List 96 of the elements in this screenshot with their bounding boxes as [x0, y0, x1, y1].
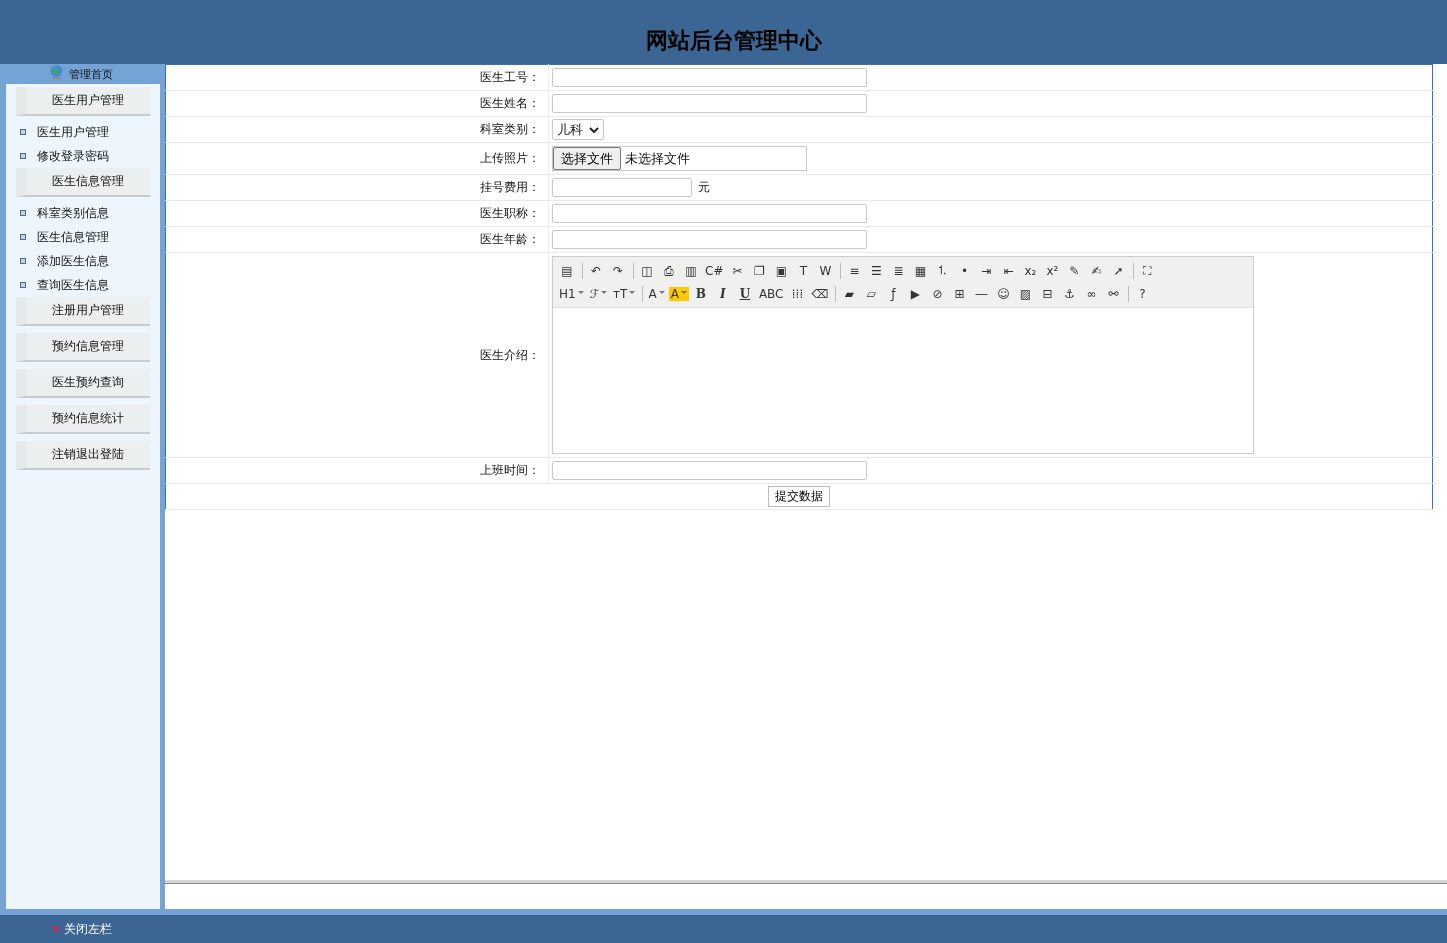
toolbar-button[interactable]: ƒ — [883, 286, 904, 301]
toolbar-button[interactable]: ➚ — [1108, 263, 1129, 278]
toolbar-button[interactable]: ⊞ — [949, 286, 970, 301]
input-field[interactable] — [552, 94, 867, 113]
field-label: 医生年龄： — [480, 232, 540, 246]
field-label: 上传照片： — [480, 151, 540, 165]
toolbar-dropdown[interactable]: тT — [611, 286, 638, 301]
toolbar-button[interactable]: ❐ — [749, 263, 770, 278]
toolbar-button[interactable]: ⚓ — [1059, 286, 1080, 301]
file-field[interactable]: 选择文件 未选择文件 — [552, 146, 807, 171]
dropdown[interactable]: 儿科 — [552, 119, 604, 140]
menu-link[interactable]: 医生用户管理 — [37, 124, 109, 140]
toolbar-button[interactable]: ▤ — [557, 263, 577, 278]
input-field[interactable] — [552, 178, 692, 197]
toolbar-button[interactable]: ☺ — [993, 286, 1014, 301]
toolbar-button[interactable]: ↶ — [586, 263, 606, 278]
toolbar-button[interactable]: • — [954, 263, 975, 278]
menu-group-header[interactable]: 注销退出登陆 — [16, 441, 150, 470]
toolbar-button[interactable]: C# — [703, 263, 726, 278]
menu-link[interactable]: 修改登录密码 — [37, 148, 109, 164]
toolbar-button[interactable]: ▦ — [910, 263, 931, 278]
menu-group-header[interactable]: 预约信息统计 — [16, 405, 150, 434]
toolbar-button[interactable]: ▶ — [905, 286, 926, 301]
toolbar-button[interactable]: ▨ — [1015, 286, 1036, 301]
menu-link[interactable]: 添加医生信息 — [37, 253, 109, 269]
toolbar-button[interactable]: ⛶ — [1137, 263, 1158, 278]
toolbar-button[interactable]: ⊟ — [1037, 286, 1058, 301]
submit-button[interactable]: 提交数据 — [768, 486, 830, 507]
field-label: 上班时间： — [480, 463, 540, 477]
toolbar-button[interactable]: ▥ — [681, 263, 701, 278]
menu-group-header[interactable]: 注册用户管理 — [16, 297, 150, 326]
input-field[interactable] — [552, 68, 867, 87]
toolbar-button[interactable]: ◫ — [637, 263, 657, 278]
toolbar-button[interactable]: ⌫ — [809, 286, 831, 301]
italic-button[interactable]: I — [712, 286, 733, 301]
toolbar-button[interactable]: ↷ — [608, 263, 628, 278]
toolbar-button[interactable]: ✂ — [727, 263, 748, 278]
toolbar-button[interactable]: ? — [1132, 286, 1153, 301]
toolbar-button[interactable]: x² — [1042, 263, 1063, 278]
bullet-icon — [20, 258, 26, 264]
bullet-icon — [20, 210, 26, 216]
toolbar-button[interactable]: ✎ — [1064, 263, 1085, 278]
toolbar-button[interactable]: ✍ — [1086, 263, 1107, 278]
input-field[interactable] — [552, 461, 867, 480]
menu-group-header[interactable]: 医生用户管理 — [16, 87, 150, 116]
toolbar-button[interactable]: ⇥ — [976, 263, 997, 278]
toolbar-button[interactable]: ⎙ — [659, 263, 679, 278]
toolbar-button[interactable]: ― — [971, 286, 992, 301]
toolbar-button[interactable]: ⚯ — [1103, 286, 1124, 301]
bullet-icon — [20, 234, 26, 240]
menu-group-header[interactable]: 医生信息管理 — [16, 168, 150, 197]
toolbar-button[interactable]: ▰ — [839, 286, 860, 301]
menu-group-header[interactable]: 医生预约查询 — [16, 369, 150, 398]
field-label: 医生职称： — [480, 206, 540, 220]
file-status: 未选择文件 — [625, 149, 690, 168]
field-label: 医生姓名： — [480, 96, 540, 110]
menu-link[interactable]: 查询医生信息 — [37, 277, 109, 293]
bullet-icon — [20, 153, 26, 159]
choose-file-button[interactable]: 选择文件 — [553, 147, 621, 170]
toolbar-button[interactable]: ∞ — [1081, 286, 1102, 301]
input-field[interactable] — [552, 204, 867, 223]
toolbar-button[interactable]: W — [815, 263, 836, 278]
toolbar-button[interactable]: ▣ — [771, 263, 792, 278]
toolbar-button[interactable]: ☰ — [866, 263, 887, 278]
toolbar-button[interactable]: ⁞⁞⁞ — [787, 286, 808, 301]
toolbar-button[interactable]: x₂ — [1020, 263, 1041, 278]
bold-button[interactable]: B — [690, 286, 711, 301]
menu-group-header[interactable]: 预约信息管理 — [16, 333, 150, 362]
toolbar-button[interactable]: ≡ — [844, 263, 865, 278]
bullet-icon — [20, 282, 26, 288]
input-field[interactable] — [552, 230, 867, 249]
toolbar-button[interactable]: ≣ — [888, 263, 909, 278]
field-label: 医生介绍： — [480, 347, 540, 362]
underline-button[interactable]: U — [734, 286, 755, 301]
toolbar-dropdown[interactable]: A — [646, 286, 667, 301]
home-link[interactable]: 管理首页 — [68, 66, 113, 82]
unit-label: 元 — [698, 179, 710, 196]
field-label: 科室类别： — [480, 122, 540, 136]
close-sidebar-link[interactable]: 关闭左栏 — [52, 921, 112, 937]
field-label: 挂号费用： — [480, 180, 540, 194]
toolbar-button[interactable]: T — [793, 263, 814, 278]
field-label: 医生工号： — [480, 70, 540, 84]
page-title: 网站后台管理中心 — [644, 27, 822, 55]
chevron-down-icon — [589, 126, 599, 133]
toolbar-dropdown[interactable]: H1 — [557, 286, 586, 301]
toolbar-button[interactable]: ABC — [756, 286, 786, 301]
close-icon — [52, 925, 60, 933]
toolbar-button[interactable]: ▱ — [861, 286, 882, 301]
menu-link[interactable]: 医生信息管理 — [37, 229, 109, 245]
highlight-color-button[interactable]: A — [668, 286, 689, 301]
menu-link[interactable]: 科室类别信息 — [37, 205, 109, 221]
toolbar-dropdown[interactable]: ℱ — [587, 286, 610, 301]
toolbar-button[interactable]: ⊘ — [927, 286, 948, 301]
bullet-icon — [20, 129, 26, 135]
toolbar-button[interactable]: ⇤ — [998, 263, 1019, 278]
toolbar-button[interactable]: ⒈ — [932, 262, 953, 279]
